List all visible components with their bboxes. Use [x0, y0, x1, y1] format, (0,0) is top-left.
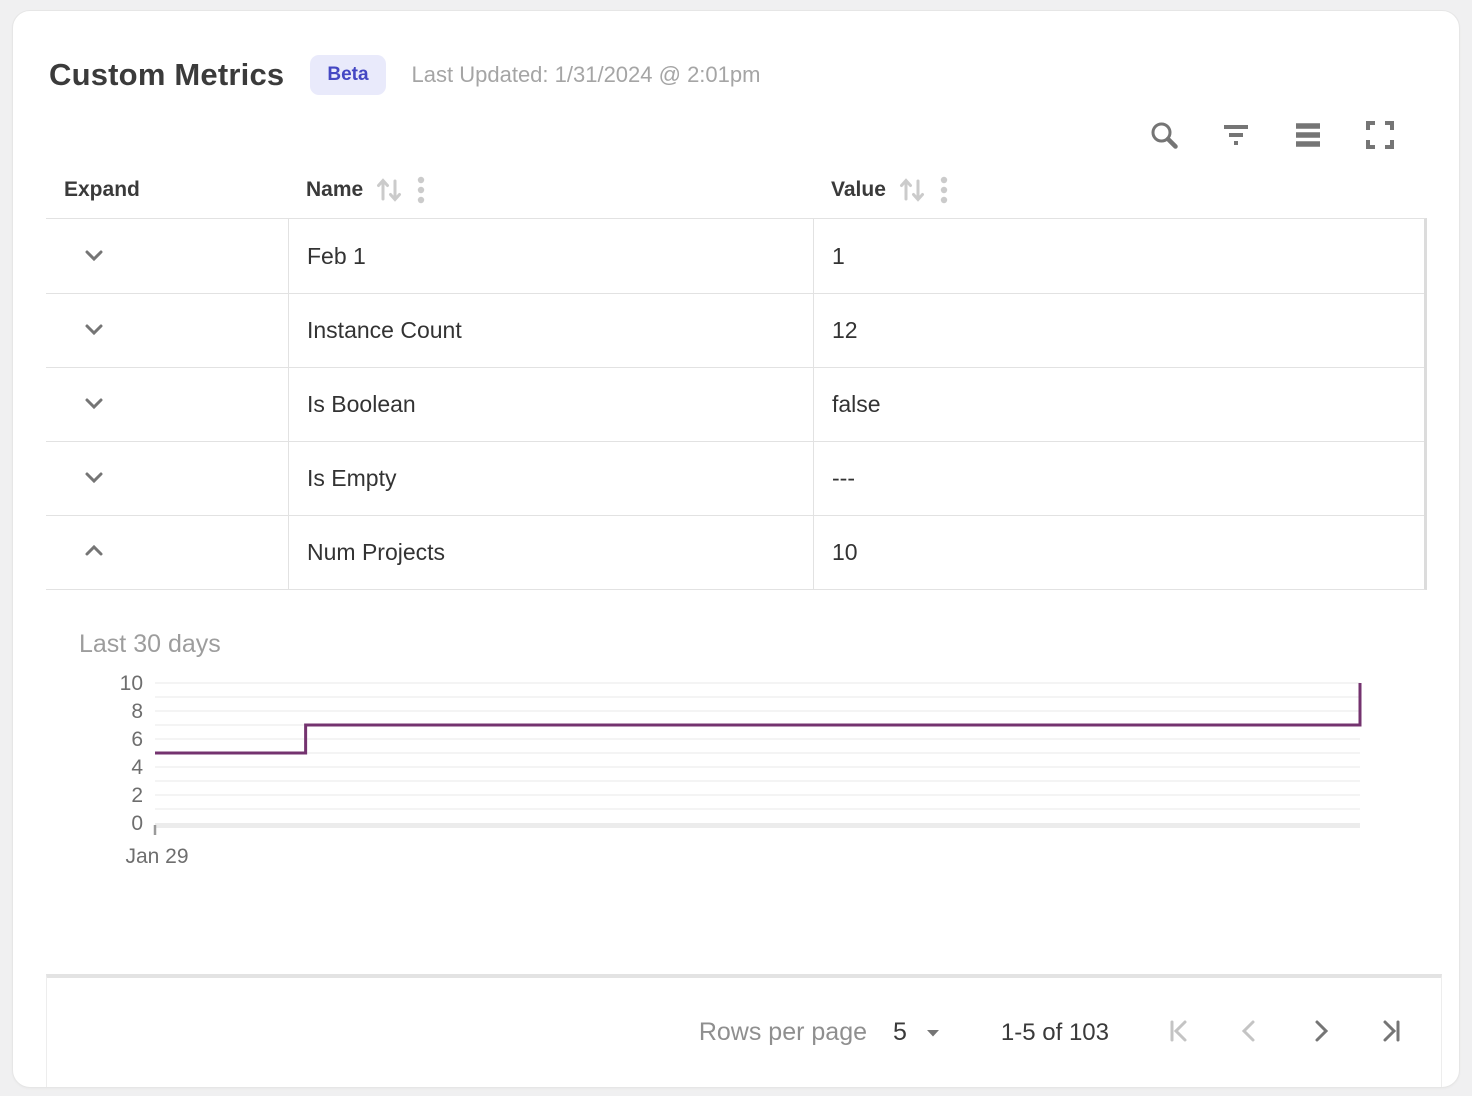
column-header-name[interactable]: Name	[288, 161, 813, 218]
column-label: Name	[306, 178, 363, 202]
chevron-left-icon	[1236, 1017, 1264, 1048]
expand-cell	[46, 442, 288, 515]
expand-cell	[46, 294, 288, 367]
metric-chart-container: 0 2 4 6 8 10 Jan 29	[105, 675, 1459, 872]
caret-down-icon	[923, 1023, 943, 1043]
table-body: Feb 1 1 Instance Count 12	[46, 218, 1427, 590]
expand-cell	[46, 516, 288, 589]
value-cell: false	[813, 368, 1424, 441]
filter-icon	[1219, 118, 1253, 152]
column-label: Value	[831, 178, 886, 202]
table-row: Is Boolean false	[46, 367, 1424, 441]
filter-button[interactable]	[1219, 118, 1253, 152]
svg-text:0: 0	[131, 812, 143, 835]
chevron-right-icon	[1306, 1017, 1334, 1048]
expand-row-button[interactable]	[74, 383, 114, 426]
chevron-down-icon	[80, 463, 108, 494]
svg-text:4: 4	[131, 756, 143, 779]
value-cell: 1	[813, 219, 1424, 293]
rows-per-page-value: 5	[893, 1018, 907, 1047]
svg-text:Jan 29: Jan 29	[125, 845, 188, 867]
rows-per-page-select[interactable]: 5	[893, 1018, 943, 1047]
table-row-expanded: Num Projects 10	[46, 515, 1424, 589]
chart-title: Last 30 days	[79, 630, 1459, 659]
column-label: Expand	[64, 178, 140, 202]
sort-icon[interactable]	[375, 175, 403, 205]
name-cell: Instance Count	[288, 294, 813, 367]
chevron-up-icon	[80, 537, 108, 568]
pagination-range-label: 1-5 of 103	[1001, 1019, 1109, 1047]
first-page-button[interactable]	[1165, 1018, 1195, 1048]
search-icon	[1148, 119, 1180, 151]
value-cell: ---	[813, 442, 1424, 515]
svg-text:6: 6	[131, 728, 143, 751]
table-row: Is Empty ---	[46, 441, 1424, 515]
collapse-row-button[interactable]	[74, 531, 114, 574]
value-cell: 12	[813, 294, 1424, 367]
expand-row-button[interactable]	[74, 309, 114, 352]
row-detail-panel: Last 30 days 0 2 4 6 8 10 Jan 29	[13, 590, 1459, 872]
expand-cell	[46, 219, 288, 293]
search-button[interactable]	[1147, 118, 1181, 152]
name-cell: Num Projects	[288, 516, 813, 589]
svg-text:10: 10	[120, 675, 143, 695]
sort-icon[interactable]	[898, 175, 926, 205]
next-page-button[interactable]	[1305, 1018, 1335, 1048]
metrics-table: Expand Name Value	[46, 161, 1427, 590]
fullscreen-button[interactable]	[1363, 118, 1397, 152]
chevron-down-icon	[80, 315, 108, 346]
expand-cell	[46, 368, 288, 441]
metric-chart: 0 2 4 6 8 10 Jan 29	[105, 675, 1397, 867]
column-menu-icon[interactable]	[940, 175, 948, 205]
table-footer: Rows per page 5 1-5 of 103	[46, 974, 1442, 1087]
last-page-button[interactable]	[1375, 1018, 1405, 1048]
custom-metrics-card: Custom Metrics Beta Last Updated: 1/31/2…	[12, 10, 1460, 1088]
column-header-expand: Expand	[46, 161, 288, 218]
name-cell: Is Boolean	[288, 368, 813, 441]
page-header: Custom Metrics Beta Last Updated: 1/31/2…	[13, 11, 1459, 95]
table-row: Instance Count 12	[46, 293, 1424, 367]
table-row: Feb 1 1	[46, 219, 1424, 293]
value-cell: 10	[813, 516, 1424, 589]
rows-per-page-label: Rows per page	[699, 1018, 867, 1047]
name-cell: Is Empty	[288, 442, 813, 515]
svg-text:8: 8	[131, 700, 143, 723]
name-cell: Feb 1	[288, 219, 813, 293]
density-button[interactable]	[1291, 118, 1325, 152]
pagination-nav	[1165, 1018, 1405, 1048]
previous-page-button[interactable]	[1235, 1018, 1265, 1048]
last-updated-text: Last Updated: 1/31/2024 @ 2:01pm	[412, 62, 761, 88]
first-page-icon	[1166, 1017, 1194, 1048]
table-header-row: Expand Name Value	[46, 161, 1427, 218]
page-title: Custom Metrics	[49, 57, 284, 93]
last-page-icon	[1376, 1017, 1404, 1048]
chevron-down-icon	[80, 389, 108, 420]
expand-row-button[interactable]	[74, 457, 114, 500]
column-header-value[interactable]: Value	[813, 161, 1427, 218]
table-toolbar	[13, 95, 1459, 153]
svg-text:2: 2	[131, 784, 143, 807]
expand-row-button[interactable]	[74, 235, 114, 278]
column-menu-icon[interactable]	[417, 175, 425, 205]
beta-badge: Beta	[310, 55, 385, 95]
density-icon	[1292, 119, 1324, 151]
fullscreen-icon	[1364, 119, 1396, 151]
chevron-down-icon	[80, 241, 108, 272]
